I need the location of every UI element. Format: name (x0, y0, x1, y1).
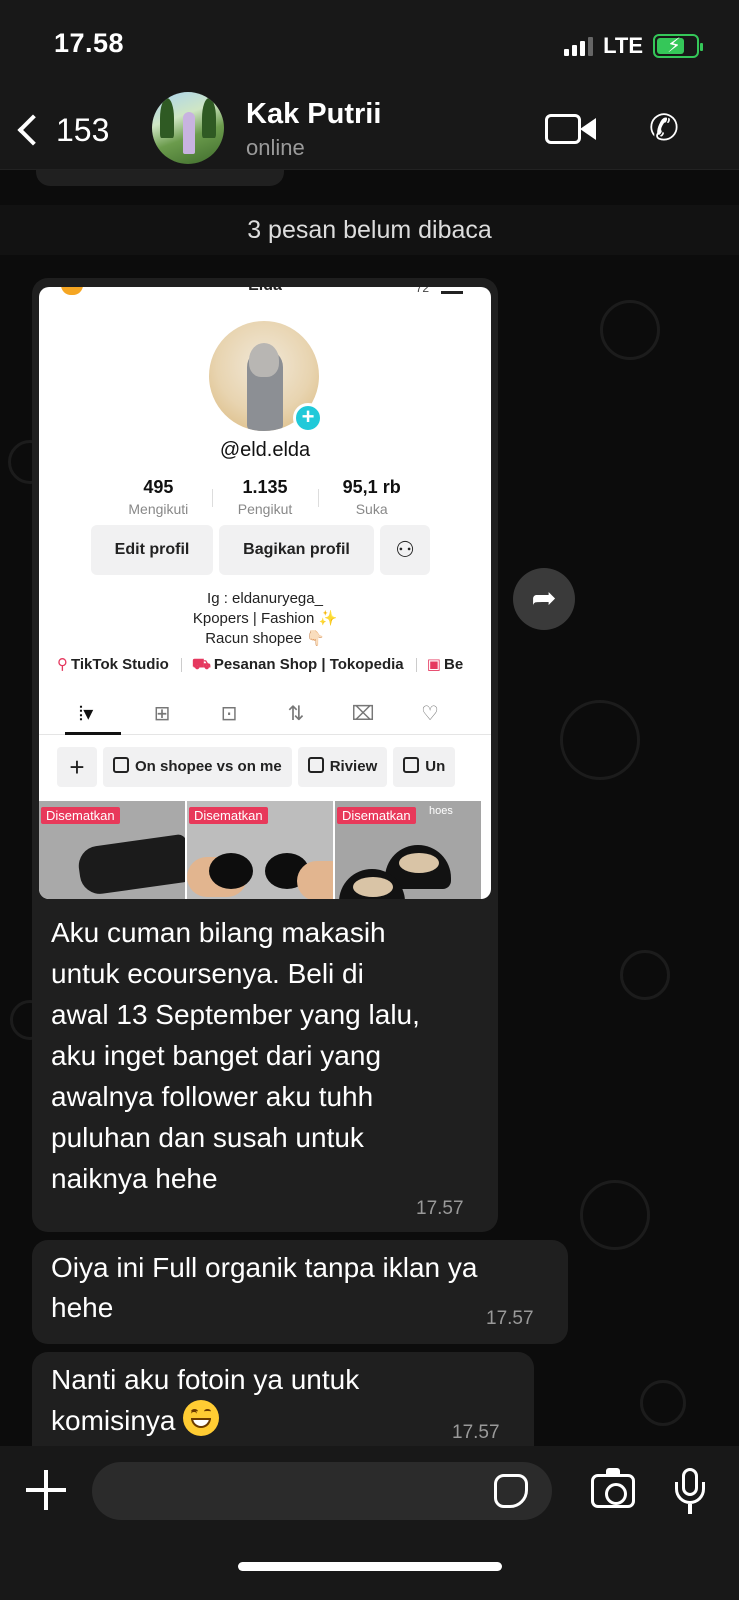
profile-top-badge: 72 (415, 287, 429, 295)
repost-icon: ⇅ (287, 703, 305, 725)
wallpaper-doodle (560, 700, 640, 780)
message-bubble[interactable]: Oiya ini Full organik tanpa iklan ya heh… (32, 1240, 568, 1344)
unread-count: 153 (56, 111, 110, 148)
bookmark-icon: ⌧ (351, 703, 375, 725)
stat-followers: 1.135 Pengikut (211, 477, 319, 523)
liked-icon: ♡ (421, 703, 439, 725)
thumbnail-caption: hoes (429, 805, 453, 817)
status-indicators: LTE ⚡ (564, 33, 703, 59)
shared-image[interactable]: Elda 72 + @eld.elda 495 Mengikuti 1.135 … (39, 287, 491, 899)
playlists-row: + On shopee vs on me Riview Un (57, 747, 491, 787)
message-time: 17.57 (416, 1198, 464, 1219)
message-time: 17.57 (486, 1308, 534, 1329)
menu-icon (441, 291, 463, 294)
stat-likes: 95,1 rb Suka (318, 477, 425, 523)
wallpaper-doodle (620, 950, 670, 1000)
pinned-tag: Disematkan (337, 807, 416, 824)
network-type: LTE (603, 33, 643, 58)
message-time: 17.57 (452, 1422, 500, 1443)
status-bar: 17.58 LTE ⚡ (0, 0, 739, 90)
chevron-left-icon (17, 114, 49, 146)
profile-links: ⚲ TikTok Studio ⛟ Pesanan Shop | Tokopedia… (57, 656, 464, 673)
pinned-tag: Disematkan (189, 807, 268, 824)
profile-username: @eld.elda (219, 439, 311, 461)
edit-profile-button: Edit profil (91, 525, 213, 575)
message-composer (0, 1446, 739, 1600)
forward-arrow-icon: ➦ (531, 582, 557, 615)
message-bubble[interactable]: Nanti aku fotoin ya untuk komisinya 17.5… (32, 1352, 534, 1446)
plus-icon: + (293, 403, 323, 433)
camera-icon[interactable] (591, 1468, 635, 1508)
share-profile-button: Bagikan profil (219, 525, 374, 575)
contact-name[interactable]: Kak Putrii (246, 98, 381, 131)
video-thumbnail: Disematkan (39, 801, 185, 899)
video-call-button[interactable] (545, 110, 597, 146)
avatar[interactable] (152, 92, 224, 164)
lock-icon: ⊡ (220, 703, 238, 725)
add-playlist-icon: + (57, 747, 97, 787)
grid-icon: ⦙▾ (78, 703, 94, 725)
phone-icon[interactable]: ✆ (642, 106, 686, 150)
grinning-face-emoji (183, 1400, 220, 1436)
unread-messages-banner: 3 pesan belum dibaca (0, 205, 739, 255)
add-friend-button: ⚇ (380, 525, 430, 575)
contact-status: online (246, 135, 305, 160)
playlist-chip: On shopee vs on me (103, 747, 292, 787)
pinned-tag: Disematkan (41, 807, 120, 824)
profile-stats: 495 Mengikuti 1.135 Pengikut 95,1 rb Suk… (105, 477, 425, 523)
playlist-chip: Un (393, 747, 456, 787)
battery-charging-icon: ⚡ (653, 34, 703, 58)
cart-icon: ⛟ (191, 656, 211, 673)
video-thumbnail: Disematkan (187, 801, 333, 899)
chat-header: 153 Kak Putrii online ✆ (0, 90, 739, 170)
add-user-icon: ⚇ (395, 537, 415, 562)
video-grid: Disematkan Disematkan Disematkan hoes (39, 801, 491, 899)
message-text: Oiya ini Full organik tanpa iklan ya heh… (51, 1252, 478, 1323)
status-time: 17.58 (54, 28, 125, 58)
previous-message-bubble (36, 170, 284, 186)
home-indicator (238, 1562, 502, 1571)
user-icon: ⚲ (57, 656, 68, 673)
shop-bag-icon: ⊞ (153, 703, 171, 725)
video-camera-icon (545, 114, 581, 144)
wallpaper-doodle (600, 300, 660, 360)
stat-following: 495 Mengikuti (128, 477, 189, 517)
playlist-chip: Riview (297, 747, 388, 787)
bag-icon: ▣ (426, 656, 441, 673)
plus-icon[interactable] (26, 1470, 66, 1510)
message-text: Nanti aku fotoin ya untuk komisinya (51, 1364, 360, 1436)
forward-button[interactable]: ➦ (513, 568, 575, 630)
profile-tabs: ⦙▾ ⊞ ⊡ ⇅ ⌧ ♡ (39, 695, 491, 735)
profile-bio: Ig : eldanuryega_ Kpopers | Fashion ✨ Ra… (192, 590, 338, 647)
message-input[interactable] (92, 1462, 552, 1520)
video-thumbnail: Disematkan hoes (335, 801, 481, 899)
signal-icon (564, 36, 594, 56)
wallpaper-doodle (580, 1180, 650, 1250)
wallpaper-doodle (640, 1380, 686, 1426)
message-text: Aku cuman bilang makasih untuk ecourseny… (51, 917, 420, 1194)
microphone-icon[interactable] (675, 1468, 705, 1516)
back-button[interactable]: 153 (14, 102, 109, 158)
image-message-bubble[interactable]: Elda 72 + @eld.elda 495 Mengikuti 1.135 … (32, 278, 498, 1232)
